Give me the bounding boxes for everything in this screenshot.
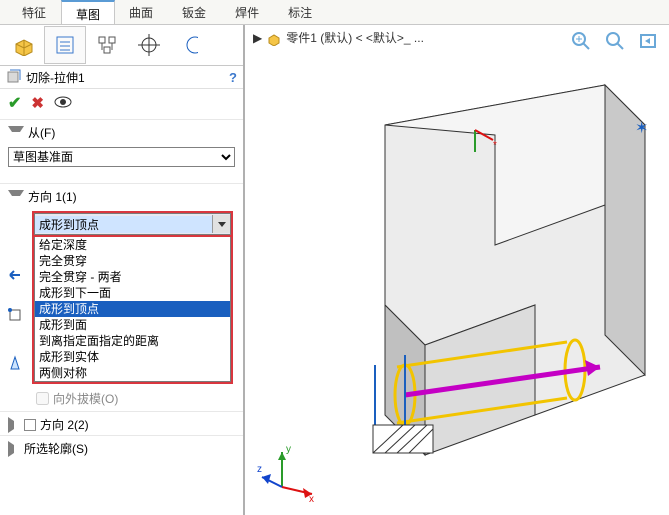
target-icon (138, 34, 160, 56)
panel-tab-more[interactable] (170, 26, 212, 64)
zoom-previous-icon[interactable] (635, 27, 663, 55)
ok-button[interactable]: ✔ (8, 93, 21, 113)
breadcrumb-text: 零件1 (默认) < <默认>_ ... (286, 29, 424, 46)
dropdown-arrow-icon[interactable] (212, 215, 230, 233)
svg-text:z: z (257, 464, 262, 475)
option-up-to-vertex[interactable]: 成形到顶点 (35, 301, 230, 317)
tab-weldment[interactable]: 焊件 (221, 0, 274, 24)
option-through-all[interactable]: 完全贯穿 (35, 253, 230, 269)
from-select[interactable]: 草图基准面 (8, 147, 235, 167)
end-condition-value: 成形到顶点 (35, 216, 212, 233)
list-icon (54, 34, 76, 56)
zoom-fit-icon[interactable] (567, 27, 595, 55)
reverse-direction-icon[interactable] (6, 266, 24, 284)
draft-outward-checkbox (36, 392, 49, 405)
preview-button[interactable] (54, 95, 72, 112)
box-icon (12, 34, 34, 56)
section-direction1[interactable]: 方向 1(1) (0, 183, 243, 207)
tab-features[interactable]: 特征 (8, 0, 61, 24)
globe-icon (184, 34, 198, 56)
property-manager-panel: 切除-拉伸1 ? ✔ ✖ 从(F) 草图基准面 方向 1(1) 成形到顶点 (0, 25, 245, 515)
section-from[interactable]: 从(F) (0, 119, 243, 143)
option-offset-from-surface[interactable]: 到离指定面指定的距离 (35, 333, 230, 349)
breadcrumb[interactable]: ▶ 零件1 (默认) < <默认>_ ... (253, 29, 424, 46)
section-selected-contours[interactable]: 所选轮廓(S) (0, 435, 243, 459)
svg-text:✶: ✶ (635, 120, 648, 137)
draft-icon[interactable] (6, 354, 24, 372)
svg-text:*: * (493, 140, 497, 151)
help-icon[interactable]: ? (229, 70, 237, 85)
end-condition-select[interactable]: 成形到顶点 (32, 211, 233, 237)
draft-outward-label: 向外拔模(O) (53, 390, 118, 407)
cancel-button[interactable]: ✖ (31, 94, 44, 112)
chevron-right-icon: ▶ (253, 31, 262, 45)
panel-tab-feature[interactable] (2, 26, 44, 64)
panel-tab-dimxpert[interactable] (128, 26, 170, 64)
feature-title: 切除-拉伸1 (26, 69, 229, 86)
option-mid-plane[interactable]: 两侧对称 (35, 365, 230, 381)
tab-annotate[interactable]: 标注 (274, 0, 327, 24)
model-preview: * ✶ (255, 55, 669, 495)
tree-icon (96, 34, 118, 56)
option-blind[interactable]: 给定深度 (35, 237, 230, 253)
cut-extrude-icon (6, 68, 22, 87)
tab-surface[interactable]: 曲面 (115, 0, 168, 24)
part-icon (266, 30, 282, 46)
option-up-to-body[interactable]: 成形到实体 (35, 349, 230, 365)
vertex-select-icon[interactable] (6, 306, 24, 324)
zoom-area-icon[interactable] (601, 27, 629, 55)
panel-tab-config[interactable] (86, 26, 128, 64)
option-up-to-next[interactable]: 成形到下一面 (35, 285, 230, 301)
panel-tab-strip (0, 25, 243, 66)
svg-text:y: y (286, 444, 291, 455)
document-tabs: 特征 草图 曲面 钣金 焊件 标注 (0, 0, 669, 25)
panel-tab-property[interactable] (44, 26, 86, 64)
option-through-all-both[interactable]: 完全贯穿 - 两者 (35, 269, 230, 285)
option-up-to-surface[interactable]: 成形到面 (35, 317, 230, 333)
tab-sketch[interactable]: 草图 (61, 0, 115, 24)
section-direction2[interactable]: 方向 2(2) (0, 411, 243, 435)
svg-text:x: x (309, 494, 314, 502)
end-condition-dropdown-list[interactable]: 给定深度 完全贯穿 完全贯穿 - 两者 成形到下一面 成形到顶点 成形到面 到离… (32, 237, 233, 384)
graphics-viewport[interactable]: ▶ 零件1 (默认) < <默认>_ ... * ✶ (245, 25, 669, 515)
tab-sheetmetal[interactable]: 钣金 (168, 0, 221, 24)
eye-icon (54, 95, 72, 109)
view-triad[interactable]: y x z (257, 442, 317, 502)
